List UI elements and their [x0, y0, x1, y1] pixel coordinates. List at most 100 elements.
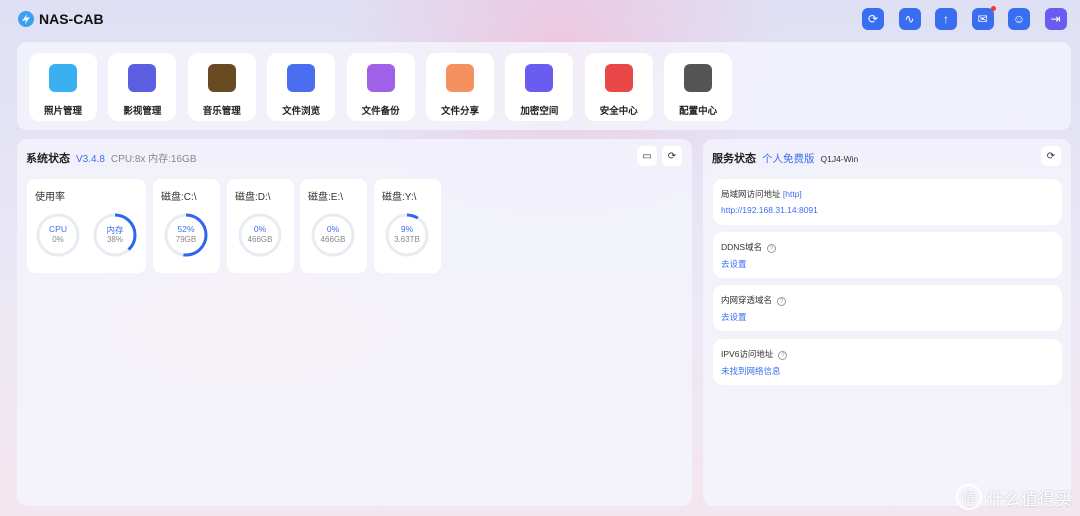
disk-ring: 0% 466GB: [310, 212, 356, 258]
edition: 个人免费版: [762, 153, 815, 165]
disk-size: 466GB: [320, 235, 346, 244]
app-tile[interactable]: 文件备份: [346, 53, 415, 121]
notification-badge: [990, 6, 996, 11]
app-label: 影视管理: [123, 106, 162, 117]
memory-value: 38%: [106, 235, 123, 244]
mail-icon: ✉: [977, 12, 988, 26]
service-label: DDNS域名: [721, 242, 763, 253]
disk-size: 3.63TB: [394, 235, 420, 244]
logo[interactable]: NAS-CAB: [17, 10, 104, 28]
logo-icon: [18, 11, 34, 27]
cpu-ring: CPU 0%: [35, 212, 81, 258]
service-item: DDNS域名? 去设置: [713, 232, 1062, 279]
app-launcher: 照片管理 影视管理 音乐管理 文件浏览 文件备份 文件分享 加密空间 安全中心 配置中心: [17, 42, 1071, 130]
app-label: 安全中心: [599, 106, 638, 117]
service-status-panel: 服务状态 个人免费版 Q1J4-Win ⟳ 局域网访问地址 [http] http…: [703, 139, 1071, 506]
app-icon: [446, 64, 474, 92]
app-label: 照片管理: [43, 106, 82, 117]
disk-title: 磁盘:E:\: [308, 192, 344, 203]
disk-title: 磁盘:Y:\: [382, 192, 417, 203]
service-value[interactable]: 去设置: [721, 258, 747, 270]
version: V3.4.8: [76, 154, 105, 165]
app-icon: [684, 64, 713, 92]
refresh-button[interactable]: ⟳: [662, 146, 682, 166]
panel-title: 系统状态: [26, 153, 70, 165]
app-label: 文件分享: [440, 106, 479, 117]
disk-ring: 52% 79GB: [163, 212, 209, 258]
disk-size: 466GB: [247, 235, 273, 244]
app-tile[interactable]: 照片管理: [29, 53, 97, 121]
disk-ring: 0% 466GB: [237, 212, 283, 258]
app-tile[interactable]: 音乐管理: [187, 53, 256, 121]
upload-icon: ↑: [943, 12, 949, 26]
system-status-panel: 系统状态 V3.4.8 CPU:8x 内存:16GB ▭ ⟳ 使用率 CPU 0…: [17, 139, 692, 506]
disk-title: 磁盘:D:\: [235, 192, 271, 203]
app-label: 加密空间: [520, 106, 559, 117]
app-icon: [128, 64, 157, 92]
system-spec: CPU:8x 内存:16GB: [110, 154, 197, 165]
monitor-button[interactable]: ▭: [637, 146, 657, 166]
service-label: 局域网访问地址: [721, 189, 781, 199]
service-item: IPV6访问地址? 未找到网络信息: [713, 338, 1062, 385]
disk-card: 磁盘:Y:\ 9% 3.63TB: [374, 179, 441, 273]
app-icon: [366, 64, 395, 92]
app-tile[interactable]: 影视管理: [108, 53, 177, 121]
watermark-text: 什么值得买: [987, 489, 1072, 509]
disk-card: 磁盘:E:\ 0% 466GB: [300, 179, 367, 273]
refresh-icon: ⟳: [867, 12, 879, 26]
service-value[interactable]: 未找到网络信息: [721, 365, 781, 377]
upload-button[interactable]: ↑: [935, 8, 957, 30]
service-value[interactable]: http://192.168.31.14:8091: [721, 205, 818, 215]
memory-ring: 内存 38%: [92, 212, 138, 258]
usage-card: 使用率 CPU 0% 内存 38%: [27, 179, 146, 273]
app-tile[interactable]: 安全中心: [584, 53, 653, 121]
app-icon: [207, 64, 236, 92]
header: NAS-CAB ⟳ ∿ ↑ ✉ ☺ ⇥: [0, 0, 1080, 38]
service-item: 局域网访问地址 [http] http://192.168.31.14:8091: [713, 179, 1062, 225]
user-icon: ☺: [1012, 12, 1026, 26]
cpu-label: CPU: [49, 224, 67, 234]
app-tile[interactable]: 文件浏览: [267, 53, 336, 121]
app-name: NAS-CAB: [39, 11, 104, 27]
disk-size: 79GB: [175, 235, 197, 244]
disk-percent: 0%: [253, 224, 267, 234]
disk-title: 磁盘:C:\: [161, 192, 197, 203]
host-name: Q1J4-Win: [820, 154, 859, 164]
app-label: 文件备份: [361, 106, 400, 117]
app-icon: [287, 64, 316, 92]
app-icon: [604, 64, 633, 92]
app-label: 配置中心: [679, 106, 718, 117]
disk-ring: 9% 3.63TB: [384, 212, 430, 258]
refresh-button[interactable]: ⟳: [1041, 146, 1061, 166]
app-label: 音乐管理: [202, 106, 241, 117]
service-item: 内网穿透域名? 去设置: [713, 285, 1062, 332]
activity-button[interactable]: ∿: [898, 8, 921, 30]
help-icon[interactable]: ?: [767, 244, 777, 254]
app-tile[interactable]: 文件分享: [426, 53, 494, 121]
disk-card: 磁盘:C:\ 52% 79GB: [153, 179, 220, 273]
watermark-logo: 值: [956, 484, 982, 510]
protocol-tag: [http]: [782, 189, 802, 199]
watermark: 值 什么值得买: [956, 484, 1072, 510]
logout-button[interactable]: ⇥: [1044, 8, 1067, 30]
mail-button[interactable]: ✉: [971, 6, 996, 30]
service-label: IPV6访问地址: [721, 348, 774, 359]
logout-icon: ⇥: [1050, 12, 1061, 26]
refresh-button[interactable]: ⟳: [862, 8, 884, 30]
app-tile[interactable]: 加密空间: [505, 53, 574, 121]
disk-percent: 9%: [400, 224, 414, 234]
help-icon[interactable]: ?: [777, 297, 787, 307]
disk-percent: 0%: [326, 224, 340, 234]
app-icon: [525, 64, 554, 92]
cpu-value: 0%: [52, 235, 64, 244]
disk-card: 磁盘:D:\ 0% 466GB: [227, 179, 294, 273]
app-tile[interactable]: 配置中心: [664, 53, 733, 121]
app-icon: [49, 64, 77, 92]
disk-percent: 52%: [177, 224, 195, 234]
app-label: 文件浏览: [282, 106, 321, 117]
user-button[interactable]: ☺: [1008, 8, 1030, 30]
usage-title: 使用率: [35, 192, 65, 203]
service-label: 内网穿透域名: [721, 295, 773, 306]
help-icon[interactable]: ?: [778, 350, 788, 360]
service-value[interactable]: 去设置: [721, 311, 747, 323]
